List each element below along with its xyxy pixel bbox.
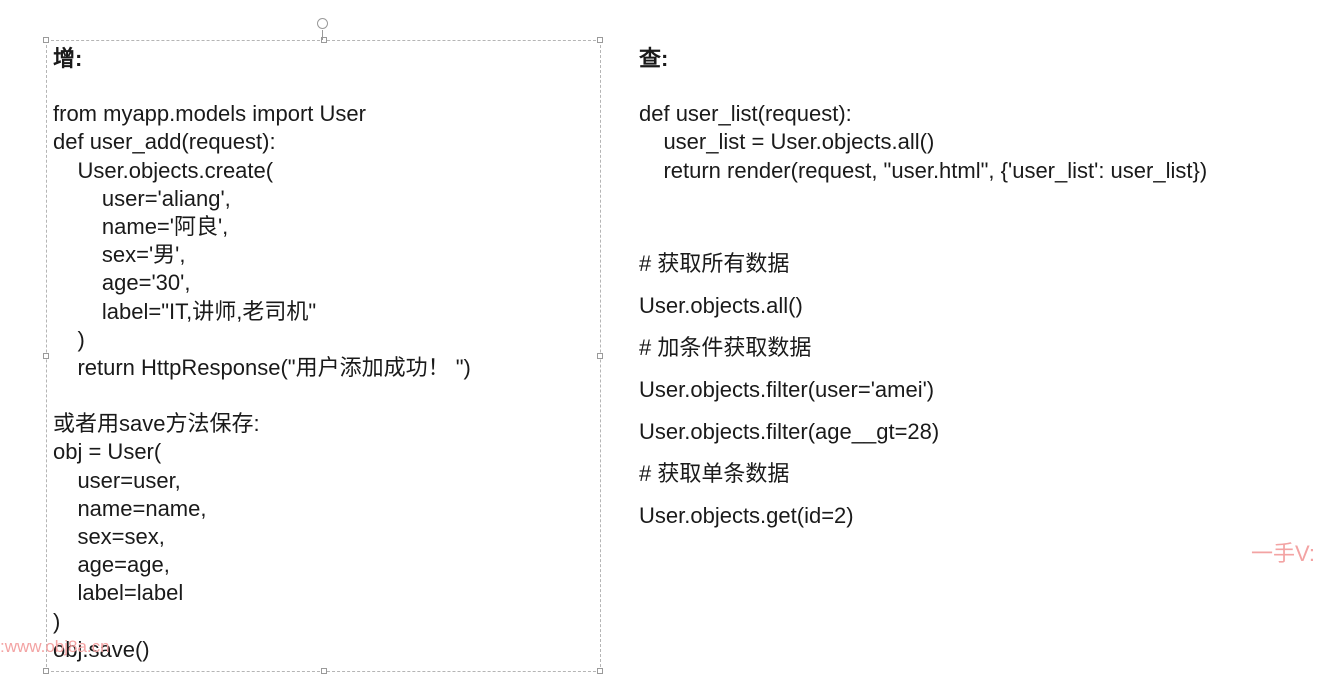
code-line: user=user,: [53, 467, 181, 493]
rotate-handle-icon[interactable]: [317, 18, 328, 29]
create-heading: 增:: [53, 46, 83, 71]
code-line: return HttpResponse("用户添加成功！ "): [53, 354, 471, 380]
query-code-block: def user_list(request): user_list = User…: [639, 72, 1207, 185]
query-line: # 获取所有数据: [639, 251, 790, 276]
code-line: user='aliang',: [53, 185, 231, 211]
create-code-block: from myapp.models import User def user_ad…: [53, 72, 471, 664]
code-line: age=age,: [53, 552, 170, 578]
resize-handle-top-right[interactable]: [597, 37, 603, 43]
query-line: # 获取单条数据: [639, 461, 790, 486]
code-line: label=label: [53, 580, 184, 606]
resize-handle-bottom-center[interactable]: [321, 668, 327, 674]
resize-handle-middle-right[interactable]: [597, 353, 603, 359]
code-line: label="IT,讲师,老司机": [53, 298, 317, 324]
code-line: name=name,: [53, 495, 207, 521]
rotate-stem: [322, 30, 323, 40]
query-examples: # 获取所有数据 User.objects.all() # 加条件获取数据 User.…: [639, 243, 939, 537]
code-line: User.objects.create(: [53, 157, 274, 183]
resize-handle-bottom-left[interactable]: [43, 668, 49, 674]
code-line: return render(request, "user.html", {'us…: [639, 157, 1208, 183]
watermark-right: 一手V:: [1251, 541, 1315, 566]
query-line: User.objects.get(id=2): [639, 503, 854, 528]
code-line: sex=sex,: [53, 524, 165, 549]
query-line: User.objects.filter(user='amei'): [639, 377, 935, 402]
code-line: from myapp.models import User: [53, 101, 366, 127]
code-line: obj = User(: [53, 439, 162, 465]
query-line: User.objects.all(): [639, 293, 803, 318]
code-line: def user_list(request):: [639, 101, 852, 127]
code-line: user_list = User.objects.all(): [639, 129, 935, 155]
query-line: User.objects.filter(age__gt=28): [639, 419, 940, 444]
code-line: age='30',: [53, 270, 191, 296]
slide: 增: from myapp.models import User def user…: [0, 0, 1325, 681]
resize-handle-top-left[interactable]: [43, 37, 49, 43]
code-line: name='阿良',: [53, 213, 229, 239]
code-line: def user_add(request):: [53, 129, 276, 155]
query-heading: 查:: [639, 46, 669, 71]
code-line: obj.save(): [53, 636, 150, 662]
resize-handle-bottom-right[interactable]: [597, 668, 603, 674]
watermark-left: :www.obj8a.cn: [0, 637, 110, 656]
code-line: ): [53, 608, 61, 634]
code-line: sex='男',: [53, 242, 186, 268]
code-line: 或者用save方法保存:: [53, 411, 260, 437]
query-line: # 加条件获取数据: [639, 335, 812, 360]
code-line: ): [53, 326, 85, 352]
resize-handle-middle-left[interactable]: [43, 353, 49, 359]
